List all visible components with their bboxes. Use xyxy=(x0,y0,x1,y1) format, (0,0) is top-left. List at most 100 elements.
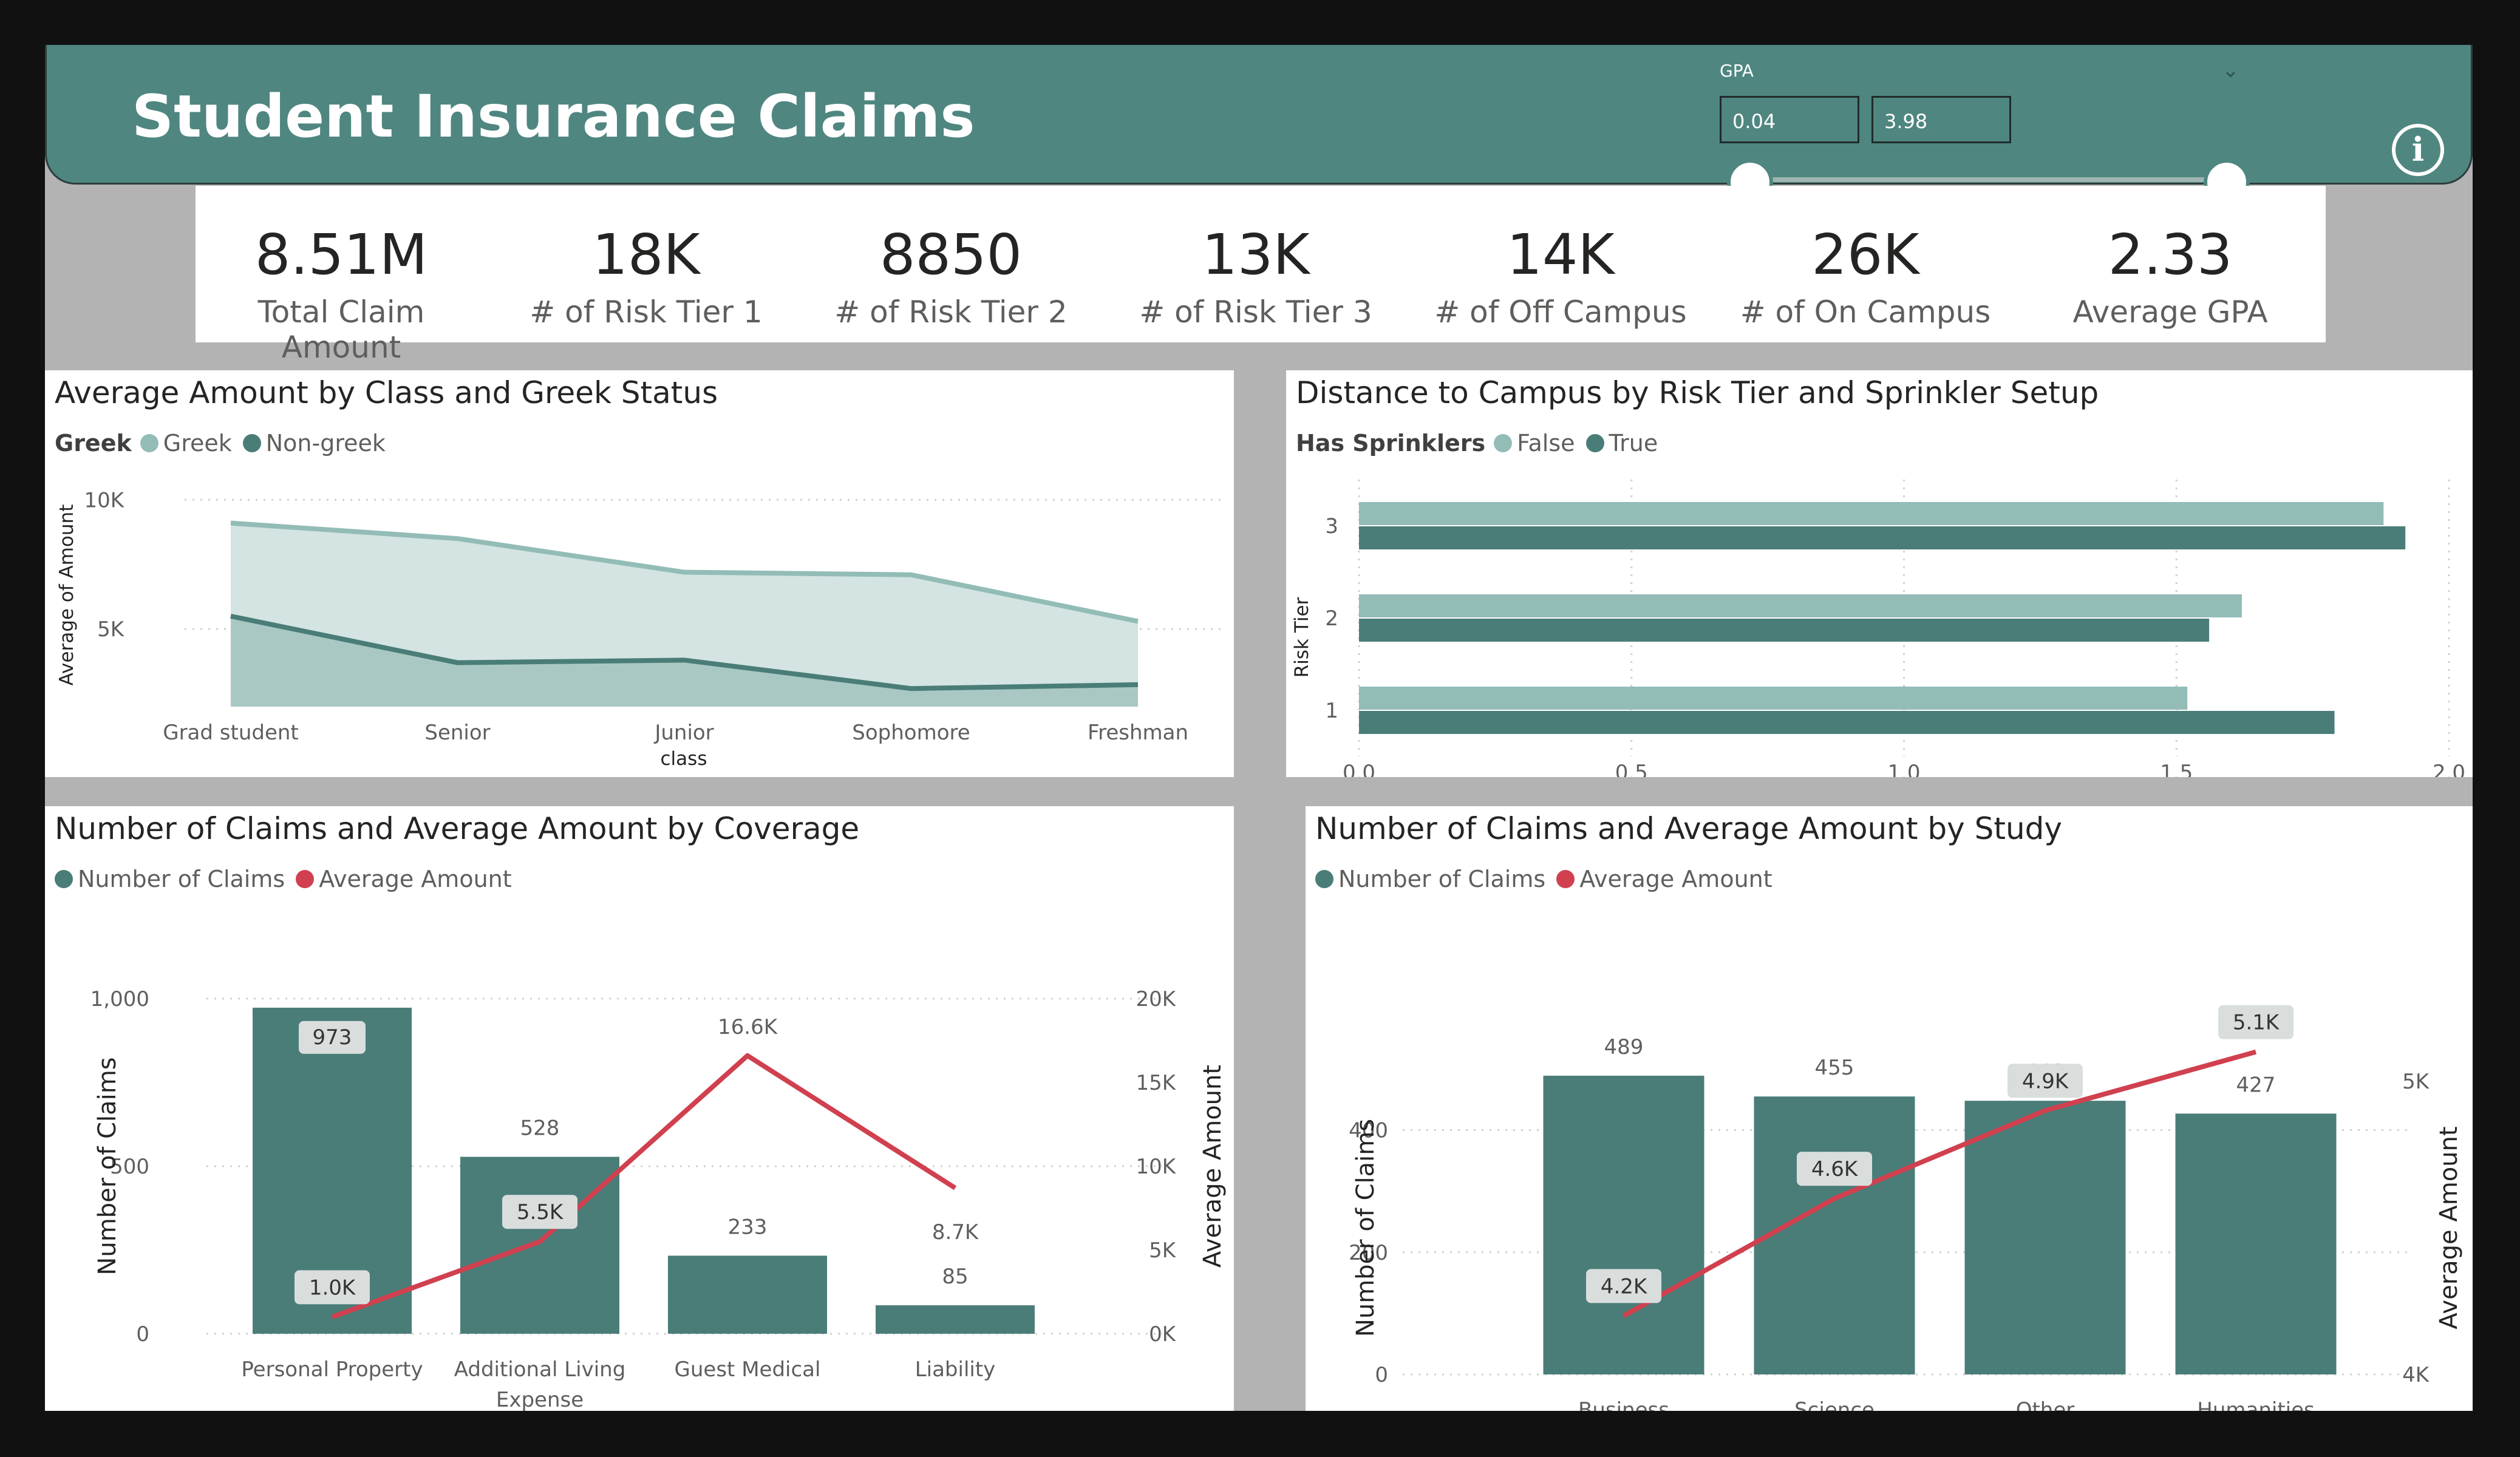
distance-tier-chart-panel[interactable]: Distance to Campus by Risk Tier and Spri… xyxy=(1286,370,2473,777)
x-axis-title: class xyxy=(661,748,707,770)
kpi-label: # of Risk Tier 1 xyxy=(530,294,763,330)
gpa-max-input[interactable]: 3.98 xyxy=(1871,96,2011,143)
y2-tick-label: 4K xyxy=(2402,1363,2430,1387)
y2-tick-label: 10K xyxy=(1136,1155,1176,1179)
y-tick-label: 1 xyxy=(1325,699,1338,723)
line-average-amount xyxy=(331,1053,957,1320)
x-tick-label: Additional Living xyxy=(454,1357,626,1382)
x-tick-label: Guest Medical xyxy=(675,1357,821,1382)
x-tick-label: Science xyxy=(1794,1398,1875,1411)
x-tick-label: Business xyxy=(1578,1398,1669,1411)
kpi-value: 13K xyxy=(1202,222,1310,287)
data-label: 973 xyxy=(313,1025,352,1050)
gpa-min-input[interactable]: 0.04 xyxy=(1720,96,1859,143)
data-label: 85 xyxy=(942,1265,968,1289)
report-canvas: Student Insurance Claims GPA ⌄ 0.04 3.98… xyxy=(45,45,2473,1411)
data-label: 233 xyxy=(728,1215,768,1239)
line-label: 4.6K xyxy=(1811,1157,1859,1181)
line-label: 4.9K xyxy=(2022,1069,2069,1093)
bar-true xyxy=(1359,619,2210,642)
kpi-off-campus: 14K # of Off Campus xyxy=(1415,186,1706,330)
y2-tick-label: 15K xyxy=(1136,1071,1176,1095)
kpi-strip: 8.51M Total Claim Amount 18K # of Risk T… xyxy=(196,186,2326,365)
x-tick-label: Humanities xyxy=(2197,1398,2314,1411)
header-banner: Student Insurance Claims GPA ⌄ 0.04 3.98… xyxy=(45,45,2473,205)
data-label: 427 xyxy=(2236,1073,2276,1097)
y2-axis-title: Average Amount xyxy=(2435,1126,2463,1329)
y-axis-title: Risk Tier xyxy=(1291,597,1313,678)
y2-tick-label: 0K xyxy=(1149,1322,1177,1347)
kpi-label: # of Risk Tier 2 xyxy=(834,294,1068,330)
y-tick-label: 0 xyxy=(1375,1363,1388,1387)
kpi-risk-tier-3: 13K # of Risk Tier 3 xyxy=(1110,186,1401,330)
bar-true xyxy=(1359,526,2406,549)
x-tick-label: Personal Property xyxy=(241,1357,423,1382)
kpi-value: 18K xyxy=(592,222,700,287)
gpa-filter-label: GPA xyxy=(1720,61,1754,81)
kpi-value: 26K xyxy=(1811,222,1919,287)
class-greek-chart-panel[interactable]: Average Amount by Class and Greek Status… xyxy=(45,370,1234,777)
y-tick-label: 5K xyxy=(97,617,125,642)
y2-axis-title: Average Amount xyxy=(1199,1065,1227,1268)
data-label: 528 xyxy=(520,1116,560,1141)
y-tick-label: 3 xyxy=(1325,514,1338,538)
x-tick-label: Freshman xyxy=(1088,721,1188,745)
kpi-on-campus: 26K # of On Campus xyxy=(1720,186,2011,330)
line-label: 16.6K xyxy=(718,1015,778,1039)
bar-claims xyxy=(460,1156,619,1334)
kpi-label: # of Off Campus xyxy=(1434,294,1687,330)
x-tick-label: 0.5 xyxy=(1615,761,1648,777)
line-label: 1.0K xyxy=(309,1275,356,1300)
kpi-label: Total Claim Amount xyxy=(257,294,425,365)
study-chart-svg: 02004004K5K489Business455Science448Other… xyxy=(1349,1005,2463,1411)
kpi-risk-tier-2: 8850 # of Risk Tier 2 xyxy=(805,186,1097,330)
line-label: 4.2K xyxy=(1601,1274,1648,1299)
kpi-label: Average GPA xyxy=(2072,294,2268,330)
coverage-chart-panel[interactable]: Number of Claims and Average Amount by C… xyxy=(45,806,1234,1411)
bar-false xyxy=(1359,594,2242,617)
x-tick-label: Senior xyxy=(424,721,490,745)
x-tick-label: Liability xyxy=(915,1357,996,1382)
kpi-value: 8.51M xyxy=(254,222,428,287)
y-axis-title: Average of Amount xyxy=(56,504,78,686)
x-tick-label: 2.0 xyxy=(2433,761,2465,777)
page-title: Student Insurance Claims xyxy=(132,83,975,151)
bar-claims xyxy=(1543,1075,1704,1374)
x-tick-label: Expense xyxy=(496,1388,584,1411)
line-label: 8.7K xyxy=(932,1220,979,1245)
study-chart-panel[interactable]: Number of Claims and Average Amount by S… xyxy=(1306,806,2473,1411)
x-tick-label: Other xyxy=(2016,1398,2075,1411)
x-tick-label: 1.0 xyxy=(1887,761,1920,777)
kpi-value: 8850 xyxy=(879,222,1023,287)
area-chart-svg: 5K 10K Grad student Senior Junior Sophomore Fr… xyxy=(56,488,1223,770)
gpa-slider-track[interactable] xyxy=(1750,177,2227,182)
y-axis-title: Number of Claims xyxy=(94,1057,121,1275)
info-icon[interactable]: i xyxy=(2392,124,2444,176)
kpi-total-claim-amount: 8.51M Total Claim Amount xyxy=(196,186,487,365)
kpi-value: 14K xyxy=(1507,222,1615,287)
y2-tick-label: 20K xyxy=(1136,987,1176,1011)
x-tick-label: 0.0 xyxy=(1343,761,1375,777)
y-tick-label: 1,000 xyxy=(90,987,149,1011)
y2-tick-label: 5K xyxy=(2402,1070,2430,1094)
hbar-chart-svg: 0.0 0.5 1.0 1.5 2.0321Average of Distance to… xyxy=(1291,480,2465,777)
bar-claims xyxy=(2175,1113,2337,1374)
y2-tick-label: 5K xyxy=(1149,1238,1177,1263)
bar-claims xyxy=(668,1255,827,1334)
kpi-risk-tier-1: 18K # of Risk Tier 1 xyxy=(500,186,792,330)
data-label: 489 xyxy=(1604,1035,1644,1059)
line-average-amount xyxy=(1623,1049,2257,1318)
line-label: 5.5K xyxy=(517,1200,564,1224)
bar-claims xyxy=(876,1305,1035,1334)
kpi-average-gpa: 2.33 Average GPA xyxy=(2025,186,2316,330)
x-tick-label: Junior xyxy=(653,721,713,745)
chevron-down-icon[interactable]: ⌄ xyxy=(2222,58,2239,83)
bar-claims xyxy=(1964,1101,2126,1374)
data-label: 455 xyxy=(1815,1056,1854,1080)
bar-true xyxy=(1359,711,2335,734)
bar-claims xyxy=(1754,1096,1915,1374)
y-tick-label: 10K xyxy=(84,488,124,512)
x-tick-label: Sophomore xyxy=(852,721,970,745)
x-tick-label: 1.5 xyxy=(2160,761,2193,777)
bar-false xyxy=(1359,502,2384,525)
